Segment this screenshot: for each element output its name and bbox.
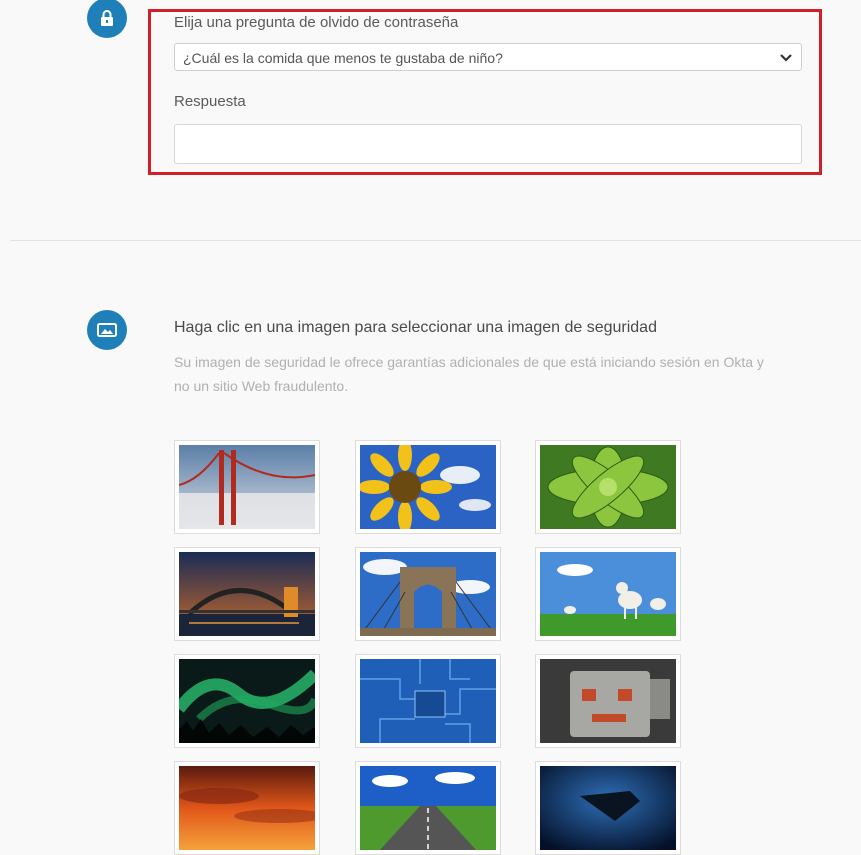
security-image-manta-ray[interactable]: [535, 761, 681, 855]
section-divider: [10, 240, 861, 241]
security-image-harbour-bridge-night[interactable]: [174, 547, 320, 641]
security-image-description: Su imagen de seguridad le ofrece garantí…: [174, 354, 764, 394]
answer-label: Respuesta: [174, 93, 246, 110]
security-image-succulent-plant[interactable]: [535, 440, 681, 534]
security-image-title: Haga clic en una imagen para seleccionar…: [174, 319, 657, 336]
question-label: Elija una pregunta de olvido de contrase…: [174, 14, 459, 31]
selected-question-text: ¿Cuál es la comida que menos te gustaba …: [183, 50, 503, 66]
security-image-sunflower[interactable]: [355, 440, 501, 534]
security-image-road-horizon[interactable]: [355, 761, 501, 855]
chevron-down-icon: [780, 54, 792, 62]
security-image-brooklyn-bridge[interactable]: [355, 547, 501, 641]
security-image-circuit-board[interactable]: [355, 654, 501, 748]
security-image-golden-gate-bridge[interactable]: [174, 440, 320, 534]
security-question-select[interactable]: ¿Cuál es la comida que menos te gustaba …: [174, 43, 802, 71]
security-image-robot-toy[interactable]: [535, 654, 681, 748]
security-image-lambs-on-grass[interactable]: [535, 547, 681, 641]
security-image-sunset-clouds[interactable]: [174, 761, 320, 855]
security-image-aurora-borealis[interactable]: [174, 654, 320, 748]
image-icon: [87, 310, 127, 350]
answer-input[interactable]: [174, 124, 802, 164]
lock-icon: [87, 0, 127, 38]
